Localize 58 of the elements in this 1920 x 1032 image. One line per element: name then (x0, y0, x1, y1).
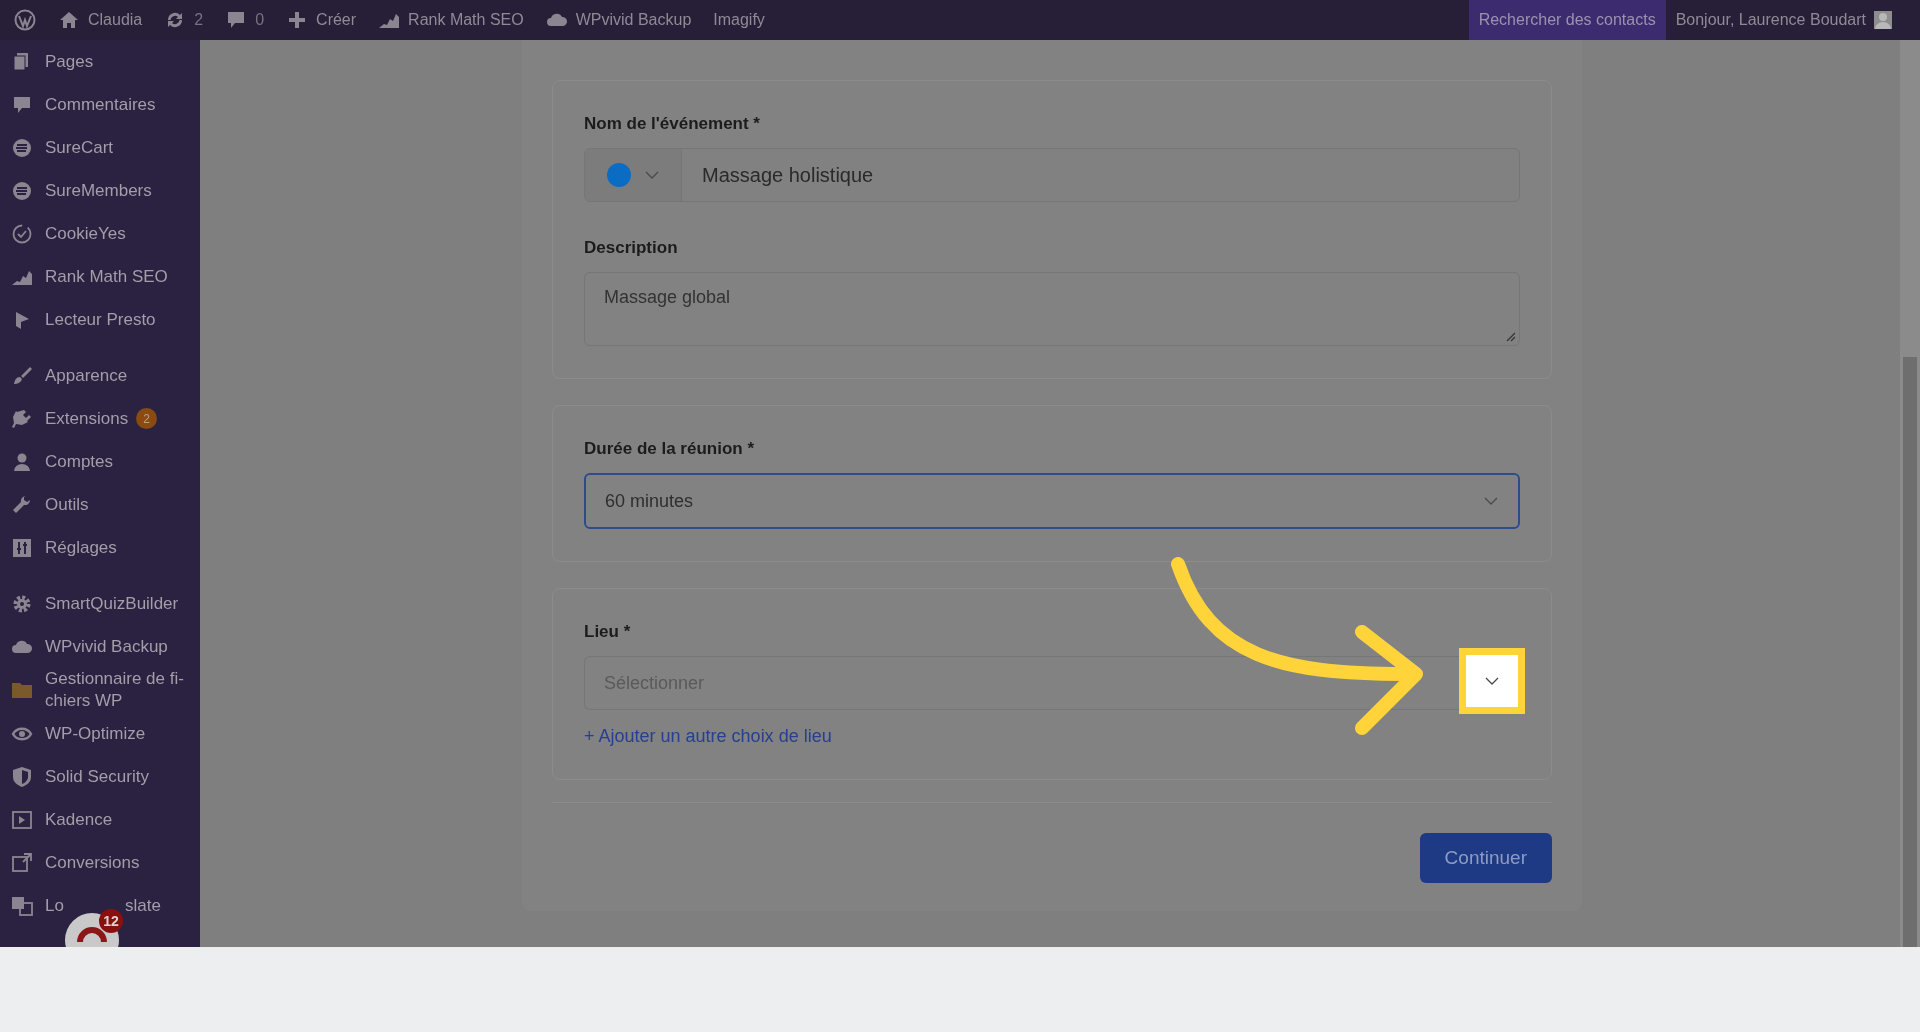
menu-item[interactable]: Outils (45, 493, 89, 516)
menu-link[interactable]: WPvivid Backup (575, 11, 692, 29)
menu-link[interactable]: Rank Math SEO (408, 11, 524, 29)
logo-icon (77, 927, 107, 942)
wrench-icon (11, 493, 33, 516)
menu-item[interactable]: Extensions (45, 407, 129, 430)
menu-item[interactable]: Conversions (45, 851, 140, 874)
menu-item[interactable]: CookieYes (45, 222, 126, 245)
shield-icon (11, 765, 33, 788)
translate-icon (11, 894, 33, 917)
notification-badge: 12 (99, 909, 123, 933)
field-label: Description (584, 238, 679, 258)
menu-item[interactable]: Apparence (45, 364, 128, 387)
menu-item[interactable]: Commentaires (45, 93, 156, 116)
menu-item[interactable]: Comptes (45, 450, 114, 473)
sliders-icon (11, 536, 33, 559)
text-area[interactable]: Massage global (584, 272, 1520, 346)
menu-link[interactable]: 0 (255, 11, 265, 29)
field-label: Durée de la réunion * (584, 439, 756, 459)
menu-link[interactable]: 2 (194, 11, 204, 29)
check-circle-icon (11, 222, 33, 245)
menu-item[interactable]: Rank Math SEO (45, 265, 168, 288)
menu-item[interactable]: Réglages (45, 536, 117, 559)
menu-link[interactable]: Claudia (88, 11, 143, 29)
menu-item[interactable]: SureMembers (45, 179, 152, 202)
field-label: Nom de l'événement * (584, 114, 761, 134)
plug-icon (11, 407, 33, 430)
menu-item[interactable]: Gestionnaire de fi- chiers WP (45, 668, 184, 712)
menu-item[interactable]: SureCart (45, 136, 114, 159)
select-field[interactable]: 60 minutes (584, 473, 1520, 529)
menu-item[interactable]: Pages (45, 50, 94, 73)
lines-icon (11, 136, 33, 159)
menu-item[interactable]: Solid Security (45, 765, 149, 788)
menu-item[interactable]: WP-Optimize (45, 722, 146, 745)
lines-icon (11, 179, 33, 202)
frame-icon (11, 851, 33, 874)
menu-link[interactable]: Créer (316, 11, 357, 29)
frame-icon (11, 808, 33, 831)
menu-item[interactable]: WPvivid Backup (45, 635, 168, 658)
wordpress-icon (14, 9, 36, 31)
avatar-icon (1874, 11, 1892, 29)
search-contacts-link[interactable]: Rechercher des contacts (1468, 0, 1666, 40)
resize-handle-icon (1506, 332, 1516, 342)
chevron-down-icon (1484, 497, 1498, 505)
count-badge: 2 (136, 408, 158, 429)
greeting-link[interactable]: Bonjour, Laurence Boudart (1675, 11, 1866, 29)
menu-item[interactable]: SmartQuizBuilder (45, 592, 179, 615)
chevron-down-icon (1485, 677, 1499, 685)
menu-item-text[interactable]: slate (124, 894, 161, 917)
menu-link[interactable]: Imagify (713, 11, 765, 29)
home-icon (58, 9, 80, 31)
continue-button[interactable]: Continuer (1419, 833, 1552, 883)
brush-icon (11, 364, 33, 387)
menu-item[interactable]: Kadence (45, 808, 113, 831)
menu-item-text[interactable]: Lo (45, 894, 64, 917)
menu-item[interactable]: Lecteur Presto (45, 308, 156, 331)
field-label: Lieu * (584, 622, 632, 642)
scrollbar[interactable] (1900, 40, 1920, 947)
